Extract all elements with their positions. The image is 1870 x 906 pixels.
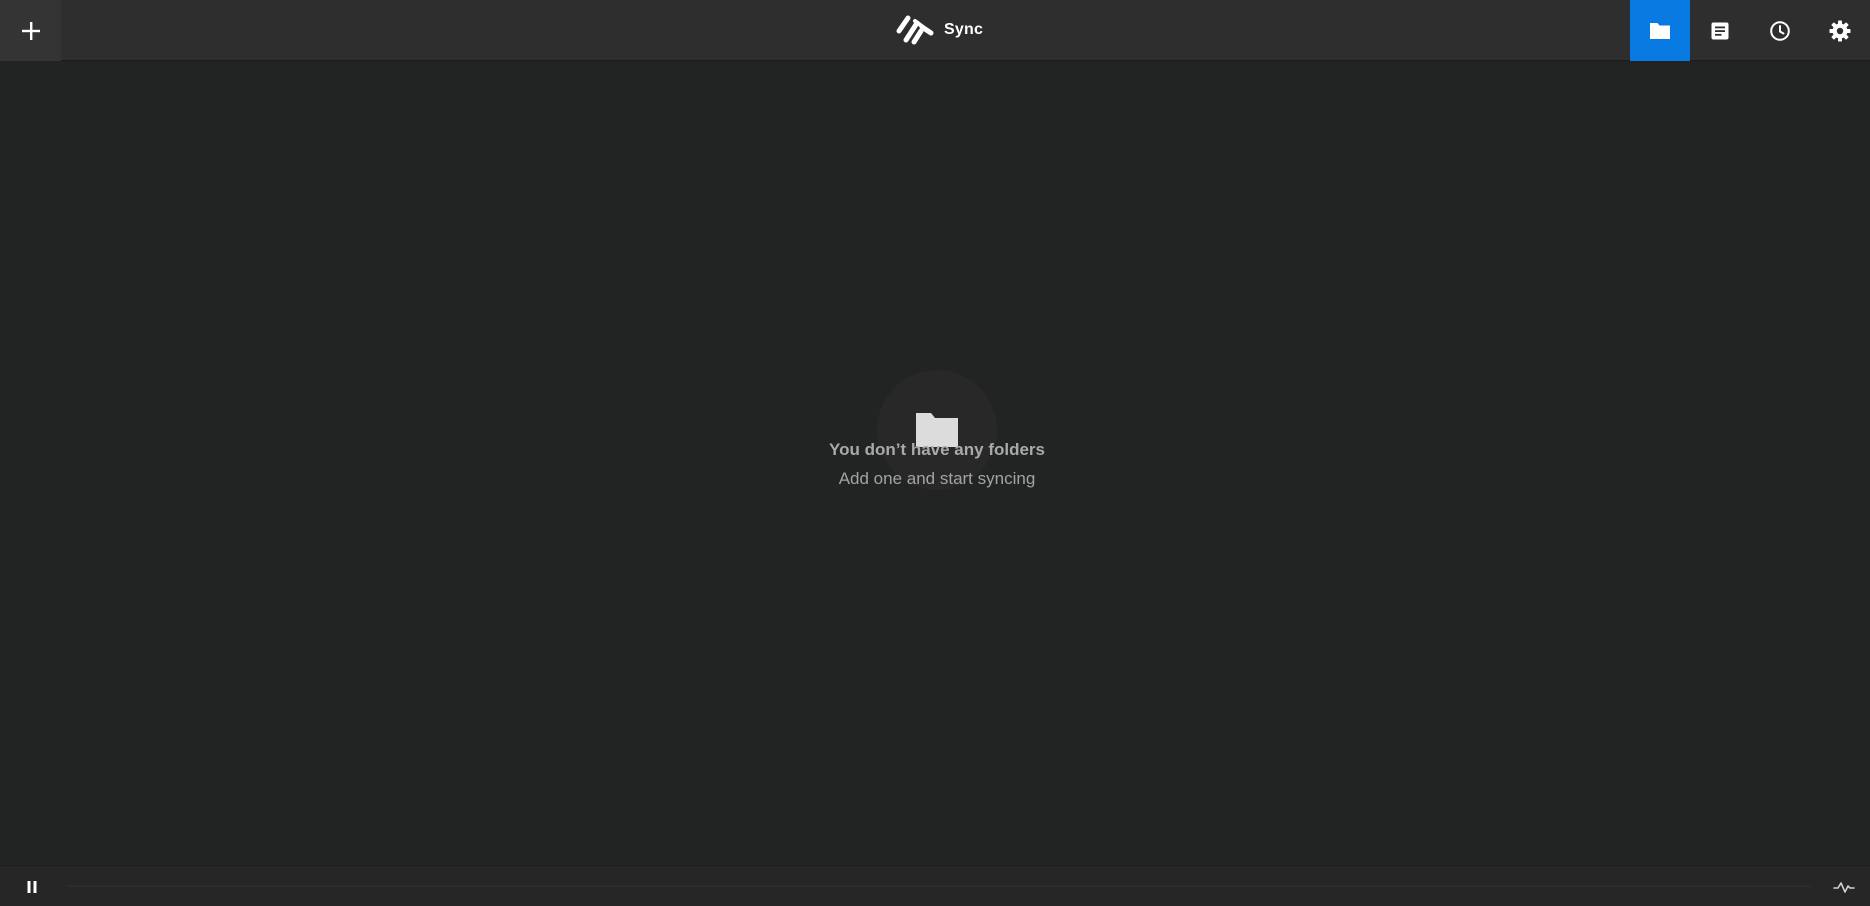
empty-state-subtitle: Add one and start syncing — [838, 469, 1036, 488]
document-list-icon — [1711, 22, 1729, 39]
activity-pulse-icon — [1833, 882, 1855, 893]
empty-state — [0, 61, 1870, 865]
clock-icon — [1770, 20, 1790, 41]
folder-icon — [1650, 22, 1670, 39]
plus-icon — [21, 21, 40, 40]
top-bar: Sync — [0, 0, 1870, 61]
top-nav — [1630, 0, 1870, 61]
sync-progress-track — [66, 885, 1811, 887]
add-folder-button[interactable] — [0, 0, 61, 61]
app-title: Sync — [944, 21, 984, 38]
pause-sync-button[interactable] — [22, 877, 42, 897]
app-window: Sync You don’t have any folders Add one … — [0, 0, 1870, 906]
activity-graph-button[interactable] — [1832, 877, 1856, 897]
resilio-logo-icon — [896, 15, 934, 45]
brand: Sync — [895, 13, 983, 47]
nav-settings-button[interactable] — [1810, 0, 1870, 61]
nav-transfers-button[interactable] — [1690, 0, 1750, 61]
nav-history-button[interactable] — [1750, 0, 1810, 61]
empty-state-title: You don’t have any folders — [829, 440, 1045, 459]
status-bar — [0, 865, 1870, 906]
gear-icon — [1829, 20, 1851, 41]
pause-icon — [27, 881, 37, 893]
nav-folders-button[interactable] — [1630, 0, 1690, 61]
